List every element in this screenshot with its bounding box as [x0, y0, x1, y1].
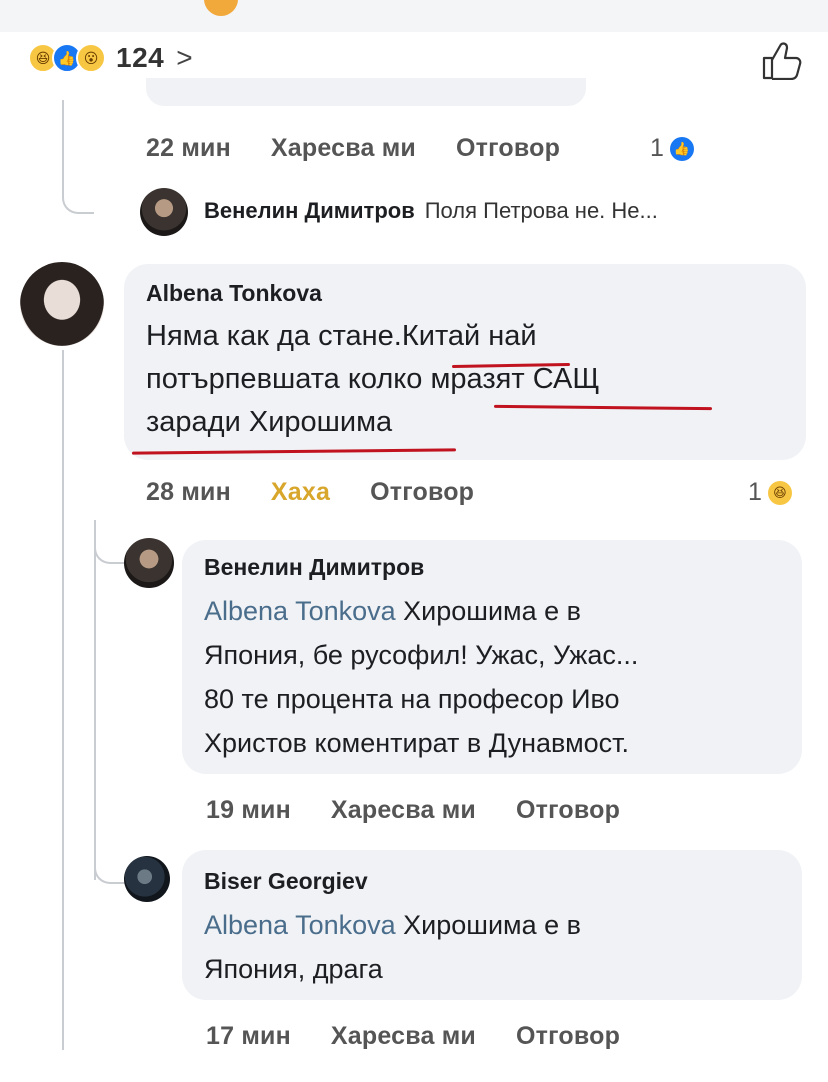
reply-author[interactable]: Biser Georgiev: [204, 868, 581, 895]
comment-time: 28 мин: [146, 478, 231, 506]
comment-time: 19 мин: [206, 796, 291, 824]
reply-preview[interactable]: Венелин Димитров Поля Петрова не. Не...: [204, 198, 658, 224]
mention-link[interactable]: Albena Tonkova: [204, 910, 396, 940]
reply-snippet: Поля Петрова не. Не...: [424, 198, 658, 223]
reply-bubble: Венелин Димитров Albena Tonkova Хирошима…: [182, 540, 802, 774]
mention-link[interactable]: Albena Tonkova: [204, 596, 396, 626]
reply-link[interactable]: Отговор: [370, 478, 474, 507]
comment-bubble: Albena Tonkova Няма как да стане.Китай н…: [124, 264, 806, 460]
thread-connector: [94, 840, 126, 884]
reply-link[interactable]: Отговор: [516, 796, 620, 825]
thread-connector: [94, 520, 126, 564]
like-outline-icon[interactable]: [760, 40, 802, 80]
comment-time: 22 мин: [146, 134, 231, 162]
haha-icon: 😆: [767, 480, 792, 505]
reply-link[interactable]: Отговор: [516, 1022, 620, 1051]
comment-author[interactable]: Albena Tonkova: [146, 280, 600, 307]
prev-comment-actions: 22 мин Харесва ми Отговор: [146, 134, 600, 163]
avatar[interactable]: [124, 538, 174, 588]
reactions-summary[interactable]: 😆 👍 😮 124 >: [28, 38, 193, 78]
like-icon: 👍: [669, 136, 694, 161]
chevron-right-icon: >: [176, 42, 193, 73]
like-link[interactable]: Харесва ми: [331, 796, 476, 825]
avatar[interactable]: [140, 188, 188, 236]
like-link[interactable]: Харесва ми: [331, 1022, 476, 1051]
previous-comment-bubble: [146, 78, 586, 106]
reply-text: Albena Tonkova Хирошима е в Япония, драг…: [204, 910, 581, 984]
reply-author[interactable]: Венелин Димитров: [204, 198, 415, 224]
emoji-icon: [204, 0, 238, 16]
comment-reactions[interactable]: 1 😆: [748, 478, 792, 507]
haha-link[interactable]: Хаха: [271, 478, 330, 507]
reply-text: Albena Tonkova Хирошима е в Япония, бе р…: [204, 596, 639, 758]
reply-author[interactable]: Венелин Димитров: [204, 554, 638, 581]
prev-comment-reactions[interactable]: 1 👍: [650, 134, 694, 163]
thread-connector: [62, 160, 94, 214]
thread-line: [94, 520, 96, 880]
reply-bubble: Biser Georgiev Albena Tonkova Хирошима е…: [182, 850, 802, 1000]
comment-time: 17 мин: [206, 1022, 291, 1050]
reactions-count: 124: [116, 42, 165, 73]
top-strip: [0, 0, 828, 32]
reply-link[interactable]: Отговор: [456, 134, 560, 163]
reply-actions: 19 мин Харесва ми Отговор: [206, 796, 660, 825]
wow-icon: 😮: [76, 43, 106, 73]
comment-text: Няма как да стане.Китай най потърпевшата…: [146, 320, 600, 438]
avatar[interactable]: [20, 262, 104, 346]
reply-actions: 17 мин Харесва ми Отговор: [206, 1022, 660, 1051]
avatar[interactable]: [124, 856, 170, 902]
like-link[interactable]: Харесва ми: [271, 134, 416, 163]
comment-actions: 28 мин Хаха Отговор: [146, 478, 514, 507]
thread-line: [62, 350, 64, 1050]
